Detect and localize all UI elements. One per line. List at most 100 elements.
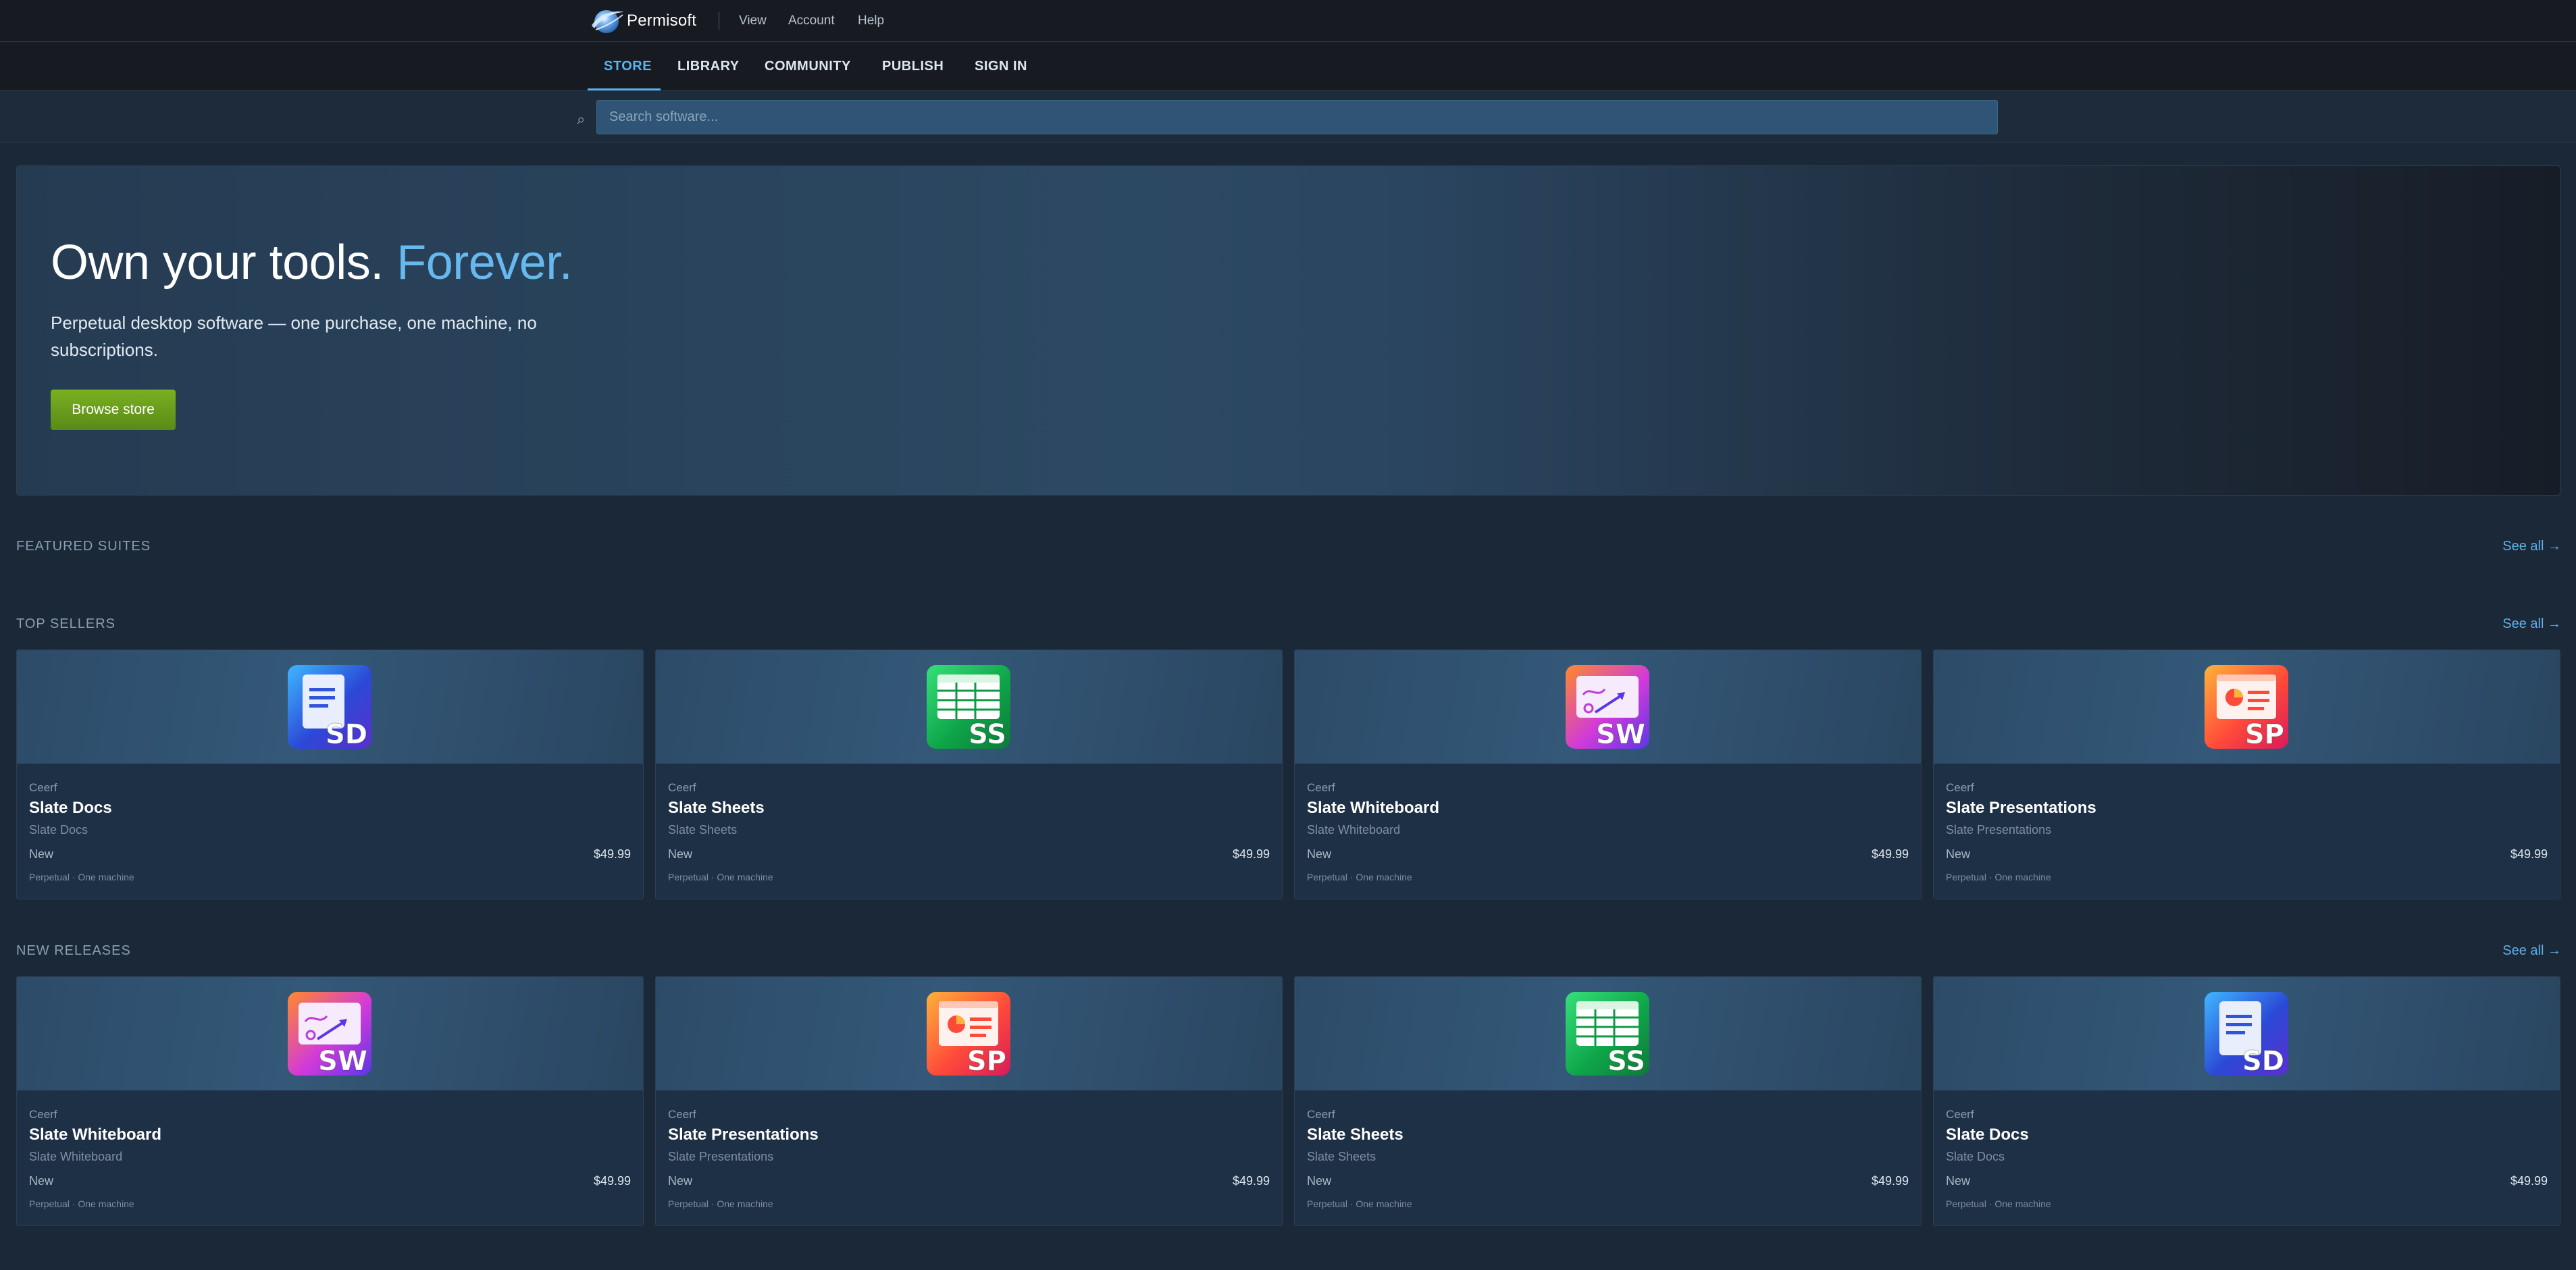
tab-sign-in[interactable]: SIGN IN xyxy=(975,42,1027,90)
svg-text:SS: SS xyxy=(1607,1046,1645,1076)
card-price: $49.99 xyxy=(1232,847,1270,861)
featured-see-all-link[interactable]: See all → xyxy=(2502,539,2561,554)
product-card[interactable]: SS Ceerf Slate Sheets Slate Sheets New $49.99… xyxy=(1294,976,1922,1226)
svg-text:SP: SP xyxy=(2245,719,2284,749)
main-nav: STORE LIBRARY COMMUNITY PUBLISH SIGN IN xyxy=(0,42,2576,90)
card-title[interactable]: Slate Presentations xyxy=(668,1126,819,1144)
search-bar: ⌕ xyxy=(0,90,2576,143)
card-banner: SS xyxy=(656,650,1282,764)
card-badge: New xyxy=(1946,847,1971,861)
card-badge: New xyxy=(29,847,54,861)
card-badge: New xyxy=(1946,1174,1971,1188)
card-body: Ceerf Slate Docs Slate Docs New $49.99 Perpet… xyxy=(1934,1090,2560,1225)
card-license: Perpetual · One machine xyxy=(1307,872,1412,882)
card-license: Perpetual · One machine xyxy=(668,872,773,882)
browse-store-button[interactable]: Browse store xyxy=(51,390,176,430)
menu-account[interactable]: Account xyxy=(788,0,835,42)
app-name: Permisoft xyxy=(627,11,697,30)
card-price: $49.99 xyxy=(593,847,631,861)
product-card[interactable]: SP Ceerf Slate Presentations Slate Presenta… xyxy=(1933,650,2560,899)
svg-text:SP: SP xyxy=(967,1046,1006,1076)
card-badge: New xyxy=(29,1174,54,1188)
sheets-app-icon: SS xyxy=(927,665,1010,751)
svg-text:SW: SW xyxy=(318,1046,367,1076)
presentations-app-icon: SP xyxy=(927,992,1010,1078)
card-body: Ceerf Slate Sheets Slate Sheets New $49.99 Pe… xyxy=(1295,1090,1921,1225)
card-license: Perpetual · One machine xyxy=(29,1198,134,1209)
product-card[interactable]: SW Ceerf Slate Whiteboard Slate Whiteboard N… xyxy=(1294,650,1922,899)
hero-subtitle: Perpetual desktop software — one purchas… xyxy=(51,313,537,360)
svg-text:SS: SS xyxy=(969,719,1006,749)
product-card[interactable]: SS Ceerf Slate Sheets Slate Sheets New $49.99… xyxy=(655,650,1283,899)
card-subtitle: Slate Presentations xyxy=(668,1150,774,1163)
card-badge: New xyxy=(668,847,693,861)
docs-app-icon: SD xyxy=(2205,992,2288,1078)
card-banner: SD xyxy=(1934,977,2560,1090)
card-price: $49.99 xyxy=(1232,1174,1270,1188)
card-license: Perpetual · One machine xyxy=(1946,872,2051,882)
card-publisher: Ceerf xyxy=(29,1108,57,1121)
card-banner: SP xyxy=(1934,650,2560,764)
app-logo[interactable]: Permisoft xyxy=(589,7,696,35)
card-body: Ceerf Slate Whiteboard Slate Whiteboard New… xyxy=(1295,764,1921,899)
whiteboard-app-icon: SW xyxy=(288,992,371,1078)
product-card[interactable]: SW Ceerf Slate Whiteboard Slate Whiteboard N… xyxy=(16,976,644,1226)
card-subtitle: Slate Whiteboard xyxy=(1307,823,1401,837)
card-body: Ceerf Slate Presentations Slate Presentati… xyxy=(1934,764,2560,899)
sheets-app-icon: SS xyxy=(1566,992,1649,1078)
top-sellers-title: TOP SELLERS xyxy=(16,616,115,631)
svg-text:SD: SD xyxy=(2242,1046,2284,1076)
docs-app-icon: SD xyxy=(288,665,371,751)
menu-help[interactable]: Help xyxy=(858,0,884,42)
tab-store[interactable]: STORE xyxy=(604,42,652,90)
search-input[interactable] xyxy=(596,100,1998,134)
card-title[interactable]: Slate Sheets xyxy=(668,799,765,818)
card-price: $49.99 xyxy=(1871,1174,1909,1188)
card-publisher: Ceerf xyxy=(668,781,696,794)
card-publisher: Ceerf xyxy=(668,1108,696,1121)
tab-publish[interactable]: PUBLISH xyxy=(882,42,944,90)
card-title[interactable]: Slate Docs xyxy=(1946,1126,2029,1144)
card-badge: New xyxy=(1307,847,1332,861)
card-title[interactable]: Slate Docs xyxy=(29,799,112,818)
presentations-app-icon: SP xyxy=(2205,665,2288,751)
card-banner: SS xyxy=(1295,977,1921,1090)
card-body: Ceerf Slate Docs Slate Docs New $49.99 Perpet… xyxy=(17,764,643,899)
card-publisher: Ceerf xyxy=(29,781,57,794)
card-publisher: Ceerf xyxy=(1307,781,1335,794)
permisoft-logo-icon xyxy=(592,10,624,33)
new-releases-see-all-link[interactable]: See all → xyxy=(2502,943,2561,959)
hero-title-accent: Forever. xyxy=(396,236,573,290)
card-body: Ceerf Slate Presentations Slate Presentati… xyxy=(656,1090,1282,1225)
card-title[interactable]: Slate Whiteboard xyxy=(29,1126,161,1144)
tab-library[interactable]: LIBRARY xyxy=(677,42,740,90)
product-card[interactable]: SD Ceerf Slate Docs Slate Docs New $49.99 Perp… xyxy=(16,650,644,899)
card-publisher: Ceerf xyxy=(1307,1108,1335,1121)
card-banner: SW xyxy=(17,977,643,1090)
card-title[interactable]: Slate Sheets xyxy=(1307,1126,1403,1144)
card-price: $49.99 xyxy=(2510,847,2548,861)
featured-suites-title: FEATURED SUITES xyxy=(16,539,151,554)
card-subtitle: Slate Sheets xyxy=(1307,1150,1376,1163)
hero-title-main: Own your tools. xyxy=(51,236,384,290)
card-badge: New xyxy=(1307,1174,1332,1188)
card-badge: New xyxy=(668,1174,693,1188)
card-banner: SP xyxy=(656,977,1282,1090)
card-price: $49.99 xyxy=(2510,1174,2548,1188)
card-publisher: Ceerf xyxy=(1946,781,1974,794)
menu-view[interactable]: View xyxy=(739,0,767,42)
card-subtitle: Slate Whiteboard xyxy=(29,1150,123,1163)
card-publisher: Ceerf xyxy=(1946,1108,1974,1121)
card-banner: SW xyxy=(1295,650,1921,764)
product-card[interactable]: SP Ceerf Slate Presentations Slate Presenta… xyxy=(655,976,1283,1226)
card-subtitle: Slate Docs xyxy=(1946,1150,2005,1163)
card-license: Perpetual · One machine xyxy=(668,1198,773,1209)
tab-community[interactable]: COMMUNITY xyxy=(765,42,851,90)
top-bar: Permisoft View Account Help xyxy=(0,0,2576,42)
top-sellers-see-all-link[interactable]: See all → xyxy=(2502,616,2561,632)
card-title[interactable]: Slate Whiteboard xyxy=(1307,799,1439,818)
product-card[interactable]: SD Ceerf Slate Docs Slate Docs New $49.99 Perp… xyxy=(1933,976,2560,1226)
card-price: $49.99 xyxy=(593,1174,631,1188)
new-releases-title: NEW RELEASES xyxy=(16,943,131,958)
card-title[interactable]: Slate Presentations xyxy=(1946,799,2096,818)
